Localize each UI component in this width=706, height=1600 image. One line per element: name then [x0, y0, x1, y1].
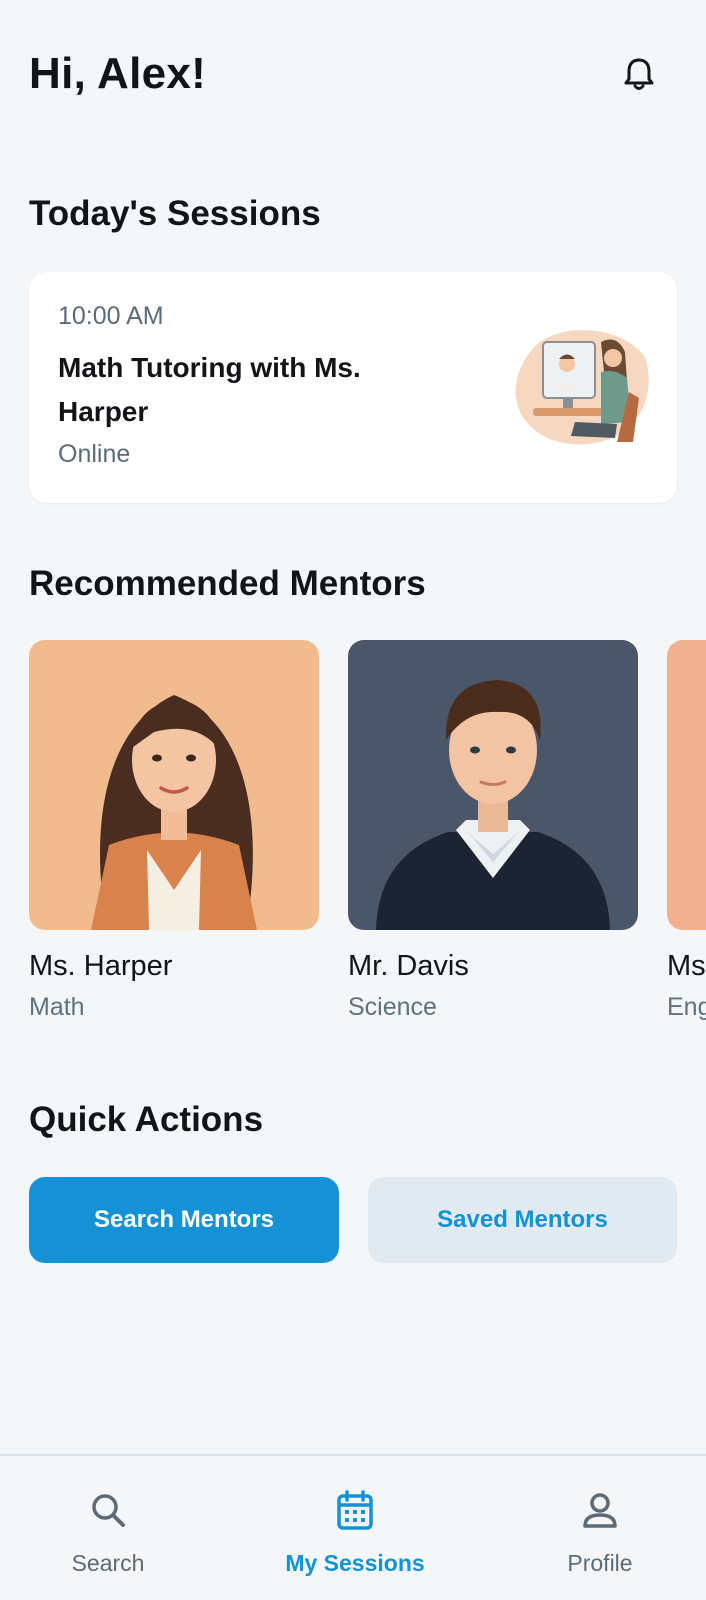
mentor-card[interactable]: Ms. Harper Math [29, 640, 319, 1022]
mentor-name: Ms. Harper [29, 950, 173, 982]
nav-item-profile[interactable]: Profile [500, 1456, 700, 1600]
mentor-avatar-english [667, 640, 706, 930]
calendar-icon [337, 1490, 373, 1530]
session-title: Math Tutoring with Ms. Harper [58, 352, 361, 427]
session-card[interactable]: 10:00 AM Math Tutoring with Ms. Harper O… [29, 272, 677, 503]
mentor-subject: Science [348, 993, 437, 1021]
session-time: 10:00 AM [58, 302, 164, 330]
search-icon [92, 1494, 125, 1527]
nav-item-search[interactable]: Search [8, 1456, 208, 1600]
recommended-mentors-heading: Recommended Mentors [29, 564, 426, 603]
mentor-avatar-harper [29, 640, 319, 930]
mentor-name: Ms [667, 950, 706, 982]
nav-item-my-sessions[interactable]: My Sessions [255, 1456, 455, 1600]
mentor-name: Mr. Davis [348, 950, 469, 982]
mentor-avatar-davis [348, 640, 638, 930]
greeting-title: Hi, Alex! [29, 49, 207, 98]
app-header: Hi, Alex! [29, 44, 677, 104]
notification-bell-icon[interactable] [619, 54, 659, 94]
saved-mentors-button[interactable]: Saved Mentors [368, 1177, 677, 1263]
nav-label-search: Search [71, 1550, 145, 1576]
quick-actions-heading: Quick Actions [29, 1100, 264, 1139]
mentor-subject: Eng [667, 993, 706, 1021]
person-icon [583, 1493, 617, 1528]
session-mode: Online [58, 440, 131, 468]
bottom-navigation: Search My Sessions Profile [0, 1454, 706, 1600]
mentor-card[interactable]: Mr. Davis Science [348, 640, 638, 1022]
mentor-carousel[interactable]: Ms. Harper Math Mr. Davis Science Ms Eng [29, 640, 706, 1030]
todays-sessions-heading: Today's Sessions [29, 194, 321, 233]
mentor-subject: Math [29, 993, 85, 1021]
mentor-card[interactable]: Ms Eng [667, 640, 706, 1022]
nav-label-my-sessions: My Sessions [285, 1550, 425, 1576]
search-mentors-button[interactable]: Search Mentors [29, 1177, 339, 1263]
nav-label-profile: Profile [567, 1550, 633, 1576]
online-session-illustration [515, 330, 649, 445]
